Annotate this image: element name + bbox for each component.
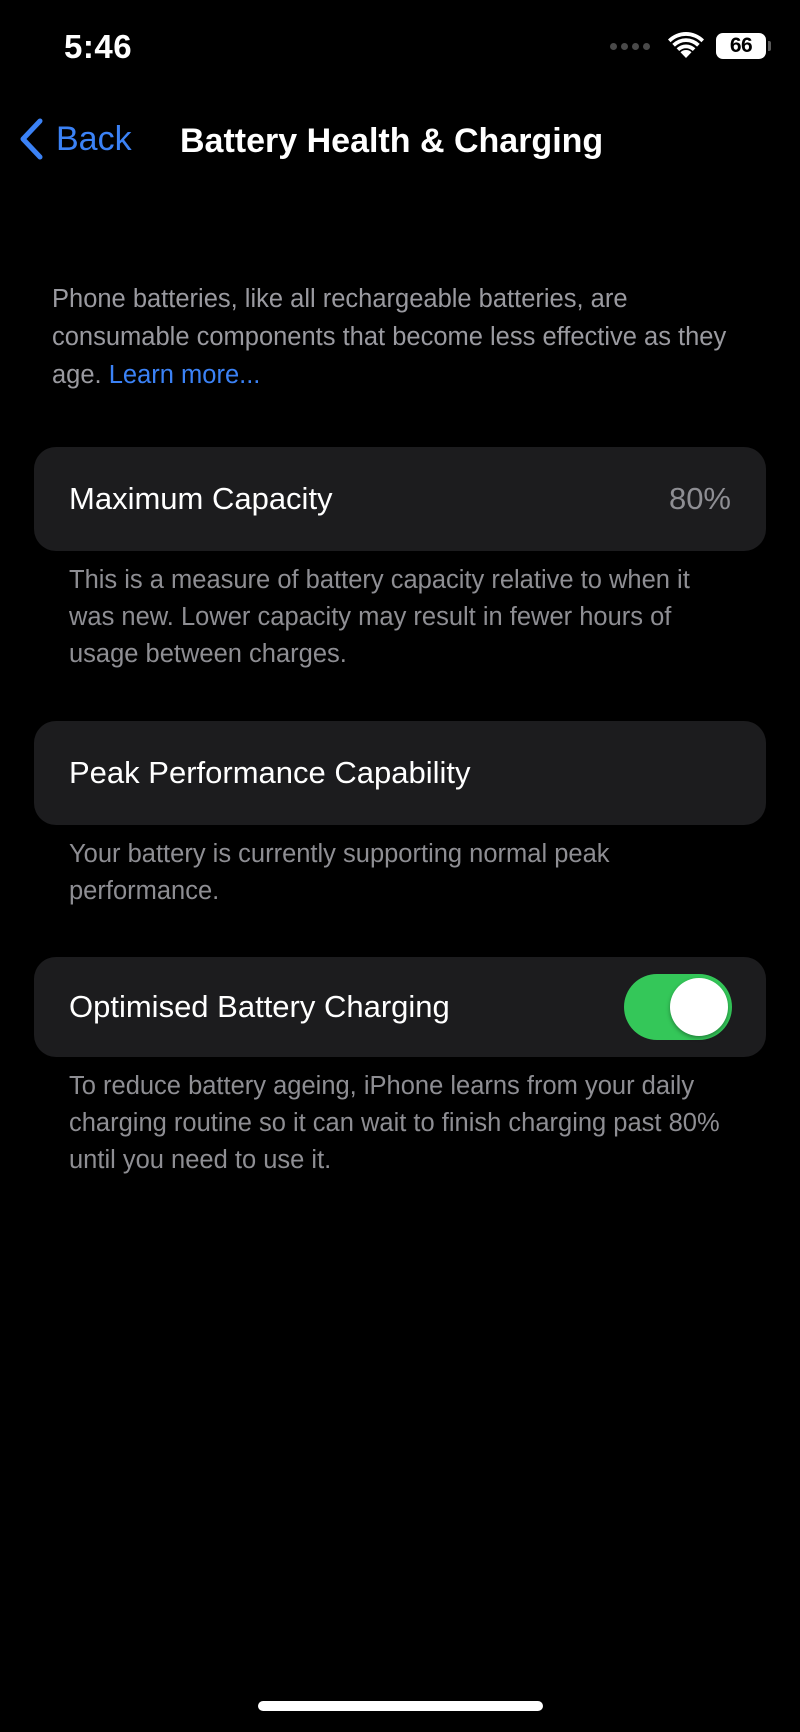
battery-icon: 66 bbox=[716, 33, 771, 59]
maximum-capacity-row: Maximum Capacity 80% bbox=[34, 447, 766, 551]
wifi-icon bbox=[668, 32, 704, 58]
peak-performance-note: Your battery is currently supporting nor… bbox=[69, 840, 610, 905]
signal-icon bbox=[610, 42, 650, 50]
back-label: Back bbox=[56, 119, 132, 158]
home-indicator[interactable] bbox=[258, 1701, 543, 1711]
optimised-charging-toggle[interactable] bbox=[624, 974, 732, 1040]
back-button[interactable]: Back bbox=[18, 118, 132, 160]
chevron-left-icon bbox=[20, 118, 43, 160]
intro-text: Phone batteries, like all rechargeable b… bbox=[52, 280, 732, 394]
maximum-capacity-note: This is a measure of battery capacity re… bbox=[69, 566, 690, 668]
maximum-capacity-label: Maximum Capacity bbox=[69, 481, 333, 516]
toggle-knob bbox=[670, 978, 728, 1036]
optimised-charging-row: Optimised Battery Charging bbox=[34, 957, 766, 1057]
navigation-bar: Back Battery Health & Charging bbox=[0, 100, 800, 184]
peak-performance-label: Peak Performance Capability bbox=[69, 755, 471, 790]
battery-level: 66 bbox=[729, 34, 753, 57]
status-icons: 66 bbox=[610, 32, 771, 60]
status-bar: 5:46 66 bbox=[0, 0, 800, 100]
peak-performance-row: Peak Performance Capability bbox=[34, 721, 766, 825]
battery-health-screen: 5:46 66 Back Battery Health & Charging P… bbox=[0, 0, 800, 1732]
page-title: Battery Health & Charging bbox=[180, 122, 604, 160]
optimised-charging-note: To reduce battery ageing, iPhone learns … bbox=[69, 1072, 720, 1174]
optimised-charging-label: Optimised Battery Charging bbox=[69, 989, 450, 1024]
learn-more-link[interactable]: Learn more... bbox=[109, 361, 261, 389]
status-time: 5:46 bbox=[64, 28, 133, 65]
maximum-capacity-value: 80% bbox=[668, 481, 731, 516]
